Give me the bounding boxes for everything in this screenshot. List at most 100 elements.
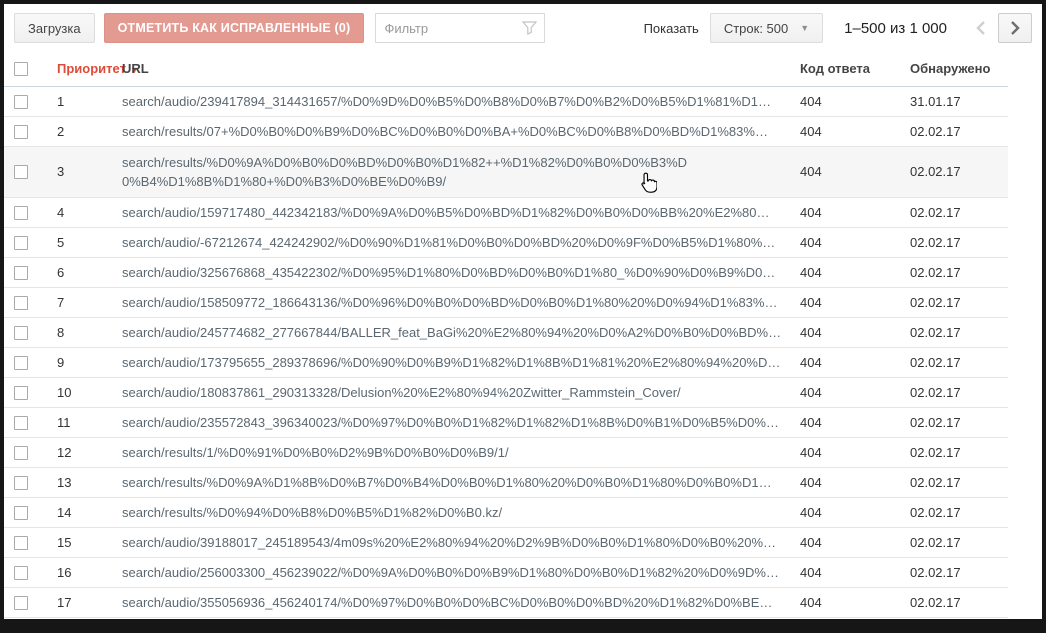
url-link[interactable]: search/audio/39188017_245189543/4m09s%20… <box>122 535 800 550</box>
response-code-cell: 404 <box>800 467 910 497</box>
filter-field-wrap <box>375 13 545 43</box>
response-code-cell: 404 <box>800 497 910 527</box>
priority-cell: 12 <box>44 437 122 467</box>
priority-cell: 1 <box>44 86 122 116</box>
url-link[interactable]: search/audio/239417894_314431657/%D0%9D%… <box>122 94 800 109</box>
mark-as-fixed-button[interactable]: ОТМЕТИТЬ КАК ИСПРАВЛЕННЫЕ (0) <box>104 13 365 43</box>
priority-cell: 3 <box>44 146 122 197</box>
row-checkbox[interactable] <box>14 206 28 220</box>
table-row-hovered: 3 search/results/%D0%9A%D0%B0%D0%BD%D0%B… <box>4 146 1008 197</box>
url-link[interactable]: search/audio/256003300_456239022/%D0%9A%… <box>122 565 800 580</box>
row-checkbox[interactable] <box>14 386 28 400</box>
response-code-cell: 404 <box>800 587 910 617</box>
table-row: 5 search/audio/-67212674_424242902/%D0%9… <box>4 227 1008 257</box>
rows-per-page-value: Строк: 500 <box>724 21 788 36</box>
response-code-cell: 404 <box>800 377 910 407</box>
chevron-left-icon <box>976 21 986 35</box>
priority-cell: 13 <box>44 467 122 497</box>
row-checkbox[interactable] <box>14 296 28 310</box>
url-link[interactable]: search/audio/180837861_290313328/Delusio… <box>122 385 800 400</box>
table-row: 2 search/results/07+%D0%B0%D0%B9%D0%BC%D… <box>4 116 1008 146</box>
url-link[interactable]: search/results/%D0%94%D0%B8%D0%B5%D1%82%… <box>122 505 800 520</box>
response-code-cell: 404 <box>800 197 910 227</box>
detected-date-cell: 02.02.17 <box>910 437 1008 467</box>
detected-date-cell: 02.02.17 <box>910 287 1008 317</box>
url-column-header[interactable]: URL <box>122 51 800 86</box>
priority-column-header[interactable]: Приоритет▼ <box>44 51 122 86</box>
url-link[interactable]: search/audio/173795655_289378696/%D0%90%… <box>122 355 800 370</box>
priority-cell: 10 <box>44 377 122 407</box>
detected-date-cell: 02.02.17 <box>910 146 1008 197</box>
response-code-cell: 404 <box>800 116 910 146</box>
url-link[interactable]: search/results/%D0%9A%D1%8B%D0%B7%D0%B4%… <box>122 475 800 490</box>
table-row: 10 search/audio/180837861_290313328/Delu… <box>4 377 1008 407</box>
response-code-cell: 404 <box>800 287 910 317</box>
show-label: Показать <box>644 21 699 36</box>
row-checkbox[interactable] <box>14 536 28 550</box>
detected-date-cell: 31.01.17 <box>910 86 1008 116</box>
select-all-checkbox[interactable] <box>14 62 28 76</box>
crawl-errors-page: Загрузка ОТМЕТИТЬ КАК ИСПРАВЛЕННЫЕ (0) П… <box>0 0 1046 633</box>
row-checkbox[interactable] <box>14 446 28 460</box>
response-code-cell: 404 <box>800 227 910 257</box>
row-checkbox[interactable] <box>14 476 28 490</box>
row-checkbox[interactable] <box>14 416 28 430</box>
response-code-cell: 404 <box>800 407 910 437</box>
priority-cell: 7 <box>44 287 122 317</box>
priority-cell: 16 <box>44 557 122 587</box>
url-link[interactable]: search/audio/158509772_186643136/%D0%96%… <box>122 295 800 310</box>
response-code-cell: 404 <box>800 86 910 116</box>
response-code-cell: 404 <box>800 527 910 557</box>
table-row: 4 search/audio/159717480_442342183/%D0%9… <box>4 197 1008 227</box>
detected-date-cell: 02.02.17 <box>910 527 1008 557</box>
url-link[interactable]: search/audio/235572843_396340023/%D0%97%… <box>122 415 800 430</box>
row-checkbox[interactable] <box>14 165 28 179</box>
row-checkbox[interactable] <box>14 266 28 280</box>
detected-date-cell: 02.02.17 <box>910 317 1008 347</box>
next-page-button[interactable] <box>998 13 1032 43</box>
response-code-cell: 404 <box>800 257 910 287</box>
table-row: 13 search/results/%D0%9A%D1%8B%D0%B7%D0%… <box>4 467 1008 497</box>
priority-cell: 4 <box>44 197 122 227</box>
url-link[interactable]: search/results/%D0%9A%D0%B0%D0%BD%D0%B0%… <box>122 147 688 197</box>
code-column-header[interactable]: Код ответа <box>800 51 910 86</box>
errors-table: Приоритет▼ URL Код ответа Обнаружено 1 s… <box>4 51 1008 618</box>
priority-cell: 14 <box>44 497 122 527</box>
url-link[interactable]: search/audio/245774682_277667844/BALLER_… <box>122 325 800 340</box>
priority-cell: 2 <box>44 116 122 146</box>
table-header-row: Приоритет▼ URL Код ответа Обнаружено <box>4 51 1008 86</box>
pagination-range: 1–500 из 1 000 <box>844 20 947 37</box>
chevron-right-icon <box>1010 21 1020 35</box>
row-checkbox[interactable] <box>14 566 28 580</box>
url-link[interactable]: search/audio/355056936_456240174/%D0%97%… <box>122 595 800 610</box>
row-checkbox[interactable] <box>14 506 28 520</box>
table-row: 11 search/audio/235572843_396340023/%D0%… <box>4 407 1008 437</box>
row-checkbox[interactable] <box>14 326 28 340</box>
row-checkbox[interactable] <box>14 596 28 610</box>
url-link[interactable]: search/results/07+%D0%B0%D0%B9%D0%BC%D0%… <box>122 124 800 139</box>
url-link[interactable]: search/results/1/%D0%91%D0%B0%D2%9B%D0%B… <box>122 445 800 460</box>
detected-column-header[interactable]: Обнаружено <box>910 51 1008 86</box>
detected-date-cell: 02.02.17 <box>910 347 1008 377</box>
pager <box>964 13 1032 43</box>
url-link[interactable]: search/audio/-67212674_424242902/%D0%90%… <box>122 235 800 250</box>
download-button[interactable]: Загрузка <box>14 13 95 43</box>
filter-input[interactable] <box>375 13 545 43</box>
row-checkbox[interactable] <box>14 125 28 139</box>
previous-page-button[interactable] <box>964 13 998 43</box>
url-link[interactable]: search/audio/159717480_442342183/%D0%9A%… <box>122 205 800 220</box>
filter-funnel-icon <box>522 21 537 38</box>
detected-date-cell: 02.02.17 <box>910 227 1008 257</box>
priority-cell: 11 <box>44 407 122 437</box>
url-link[interactable]: search/audio/325676868_435422302/%D0%95%… <box>122 265 800 280</box>
table-row: 7 search/audio/158509772_186643136/%D0%9… <box>4 287 1008 317</box>
table-row: 8 search/audio/245774682_277667844/BALLE… <box>4 317 1008 347</box>
row-checkbox[interactable] <box>14 95 28 109</box>
detected-date-cell: 02.02.17 <box>910 407 1008 437</box>
table-row: 15 search/audio/39188017_245189543/4m09s… <box>4 527 1008 557</box>
row-checkbox[interactable] <box>14 236 28 250</box>
priority-cell: 15 <box>44 527 122 557</box>
detected-date-cell: 02.02.17 <box>910 377 1008 407</box>
row-checkbox[interactable] <box>14 356 28 370</box>
rows-per-page-dropdown[interactable]: Строк: 500 ▼ <box>710 13 823 43</box>
